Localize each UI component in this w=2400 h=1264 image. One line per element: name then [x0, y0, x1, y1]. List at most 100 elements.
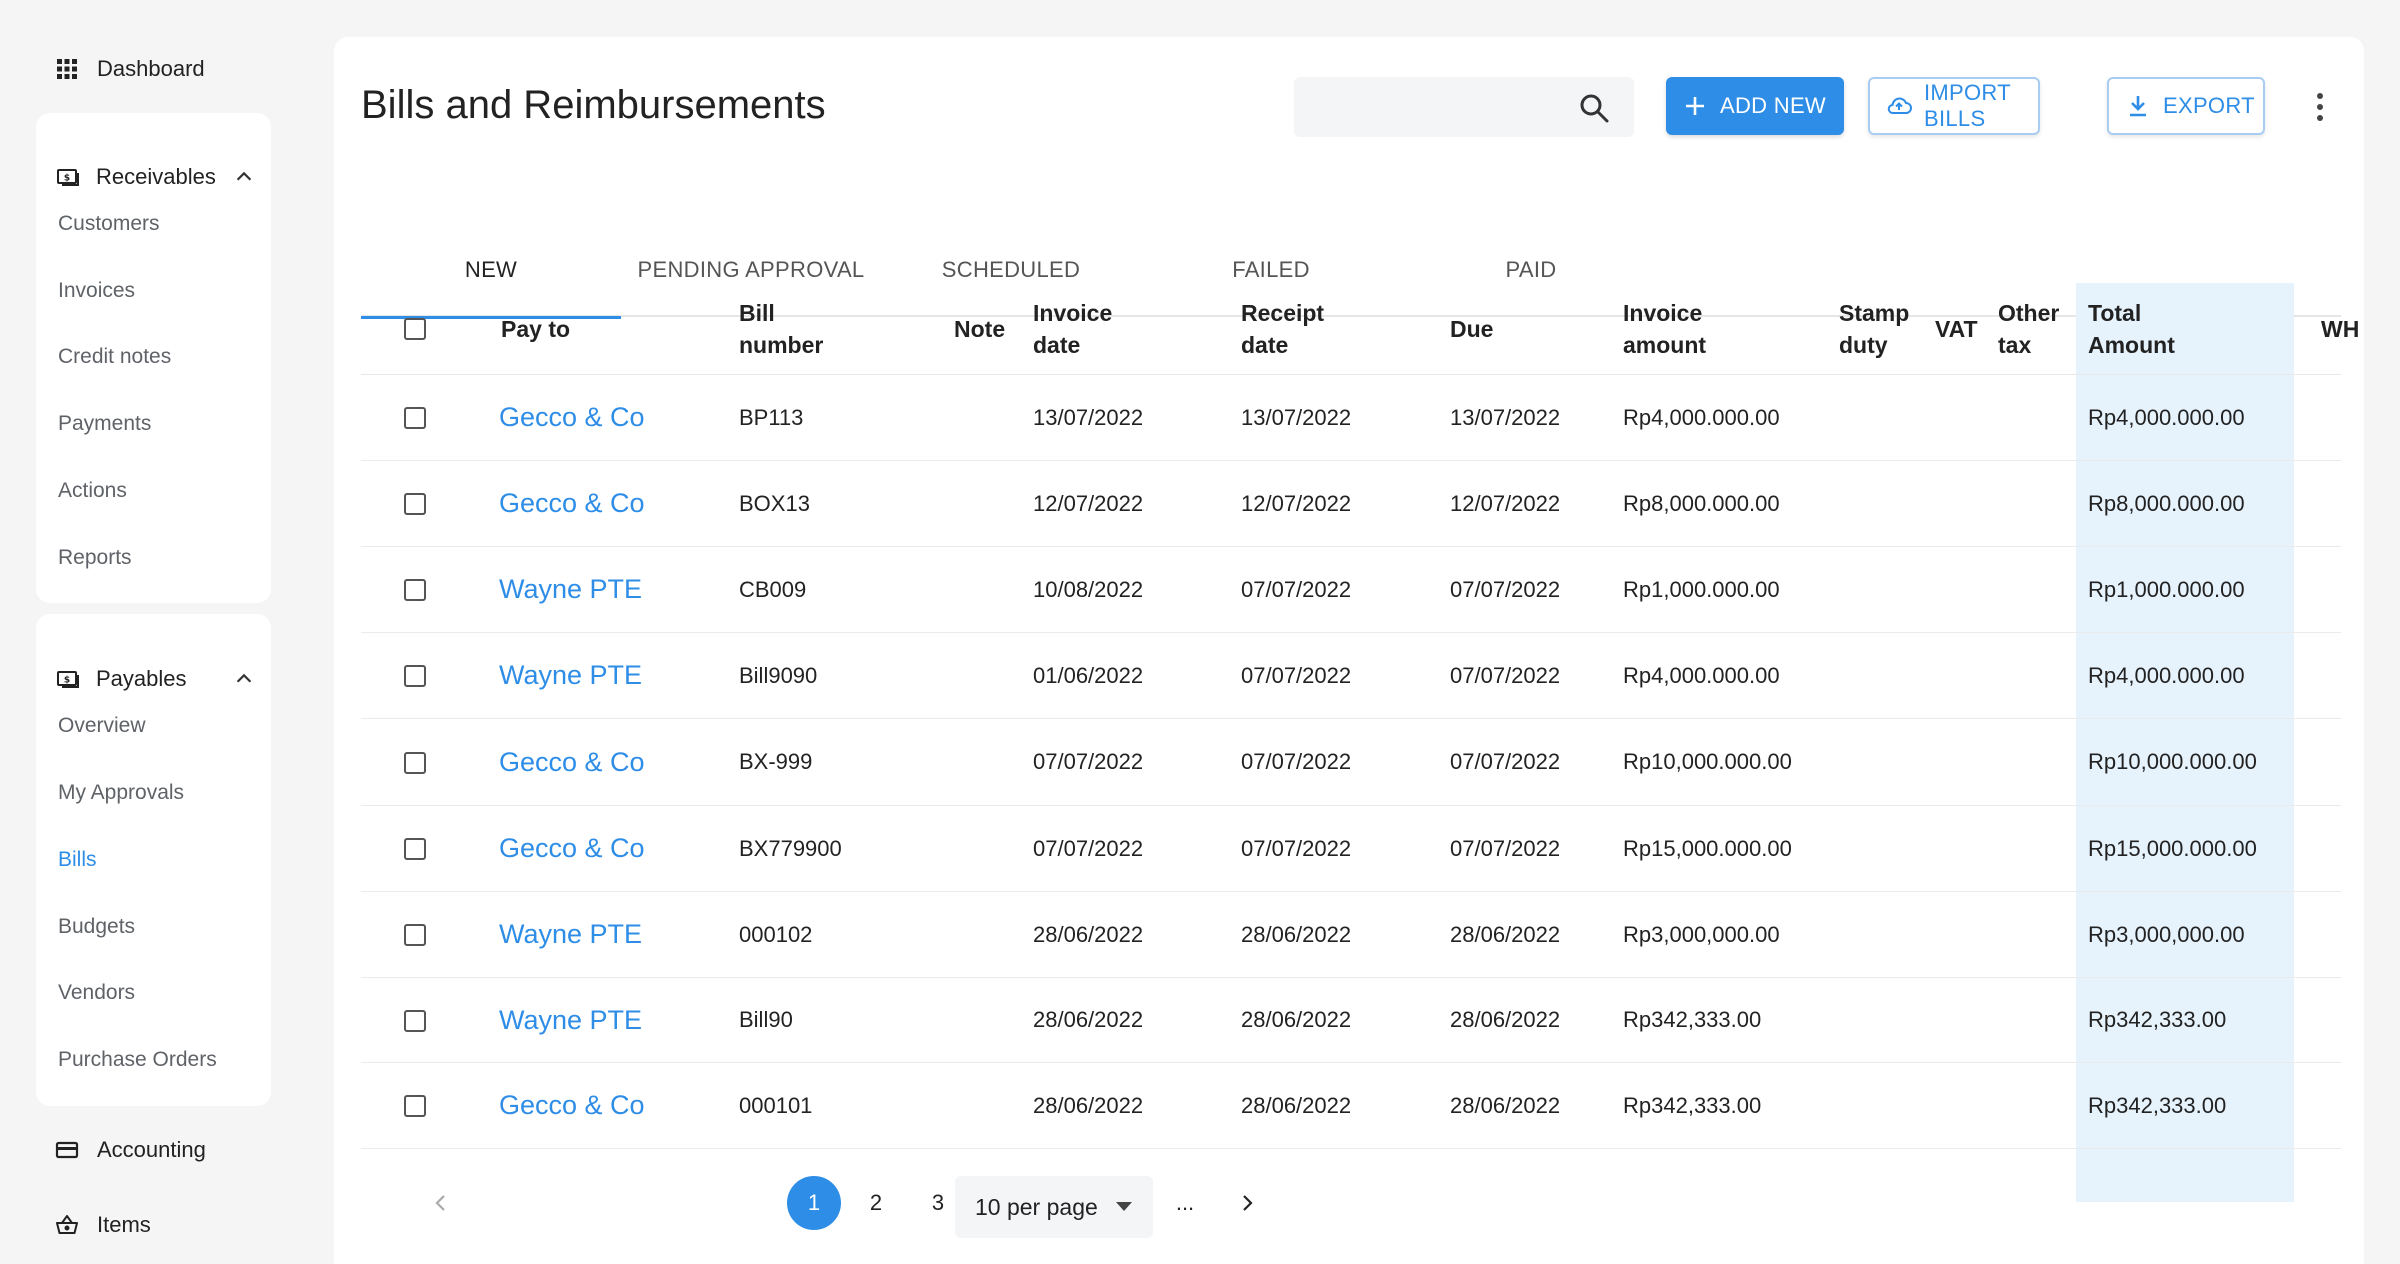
sidebar-item-invoices[interactable]: Invoices	[58, 273, 135, 309]
row-checkbox[interactable]	[404, 493, 426, 515]
col-bill-number[interactable]: Bill number	[739, 283, 823, 375]
sidebar-item-reports[interactable]: Reports	[58, 540, 132, 576]
invoice-amount-cell: Rp15,000.000.00	[1623, 835, 1792, 861]
receipt-date-cell: 07/07/2022	[1241, 835, 1352, 861]
col-invoice-date[interactable]: Invoice date	[1033, 283, 1112, 375]
money-icon: $	[56, 667, 80, 691]
more-options-icon[interactable]	[2312, 91, 2328, 123]
table-row[interactable]: Wayne PTE 000102 28/06/2022 28/06/2022 28/06…	[361, 892, 2341, 978]
page-button-2[interactable]: 2	[849, 1176, 903, 1230]
table-row[interactable]: Gecco & Co BOX13 12/07/2022 12/07/2022 12/07…	[361, 461, 2341, 547]
col-vat[interactable]: VAT	[1935, 283, 1978, 375]
payables-header[interactable]: $ Payables	[56, 659, 255, 699]
chevron-up-icon[interactable]	[233, 166, 255, 188]
sidebar-item-my-approvals[interactable]: My Approvals	[58, 775, 184, 811]
pay-to-link[interactable]: Wayne PTE	[499, 892, 642, 977]
row-checkbox[interactable]	[404, 1009, 426, 1032]
invoice-amount-cell: Rp8,000.000.00	[1623, 490, 1780, 516]
page-title: Bills and Reimbursements	[361, 83, 826, 127]
col-stamp-duty-line1: Stamp	[1839, 300, 1910, 326]
nav-items-label: Items	[97, 1212, 151, 1237]
table-row[interactable]: Wayne PTE Bill9090 01/06/2022 07/07/2022 07/…	[361, 633, 2341, 719]
invoice-date-cell: 28/06/2022	[1033, 1007, 1144, 1032]
add-new-button[interactable]: ADD NEW	[1666, 77, 1844, 135]
pay-to-link[interactable]: Gecco & Co	[499, 806, 645, 891]
nav-accounting[interactable]: Accounting	[55, 1130, 206, 1170]
col-wht[interactable]: WH	[2321, 283, 2359, 375]
bill-number-cell: BX-999	[739, 749, 813, 774]
due-date-cell: 07/07/2022	[1450, 662, 1561, 688]
col-other-tax[interactable]: Other tax	[1998, 283, 2059, 375]
nav-items[interactable]: Items	[55, 1205, 151, 1245]
pay-to-link[interactable]: Gecco & Co	[499, 719, 645, 805]
col-invoice-amount[interactable]: Invoice amount	[1623, 283, 1706, 375]
row-checkbox[interactable]	[404, 924, 426, 946]
import-bills-button[interactable]: IMPORT BILLS	[1868, 77, 2040, 135]
invoice-amount-cell: Rp1,000.000.00	[1623, 576, 1780, 602]
pay-to-link[interactable]: Wayne PTE	[499, 547, 642, 632]
sidebar-item-credit-notes[interactable]: Credit notes	[58, 339, 171, 375]
chevron-left-icon	[435, 1195, 445, 1211]
sidebar-item-overview[interactable]: Overview	[58, 708, 146, 744]
sidebar-item-payments[interactable]: Payments	[58, 406, 151, 442]
row-checkbox[interactable]	[404, 1095, 426, 1117]
row-checkbox[interactable]	[404, 838, 426, 860]
row-checkbox[interactable]	[404, 751, 426, 774]
invoice-amount-cell: Rp4,000.000.00	[1623, 662, 1780, 688]
col-receipt-date[interactable]: Receipt date	[1241, 283, 1324, 375]
search-box[interactable]	[1294, 77, 1634, 137]
table-row[interactable]: Wayne PTE CB009 10/08/2022 07/07/2022 07/07/…	[361, 547, 2341, 633]
select-all-checkbox[interactable]	[404, 318, 426, 340]
search-input[interactable]	[1310, 77, 1570, 137]
due-date-cell: 13/07/2022	[1450, 404, 1561, 430]
money-icon: $	[56, 165, 80, 189]
sidebar-item-bills[interactable]: Bills	[58, 842, 97, 878]
col-other-tax-line1: Other	[1998, 300, 2060, 326]
nav-dashboard[interactable]: Dashboard	[55, 49, 205, 89]
page-ellipsis[interactable]: ...	[1158, 1176, 1212, 1230]
sidebar-item-purchase-orders[interactable]: Purchase Orders	[58, 1042, 217, 1078]
pay-to-link[interactable]: Gecco & Co	[499, 1063, 645, 1148]
search-icon[interactable]	[1578, 92, 1610, 124]
col-pay-to[interactable]: Pay to	[501, 283, 570, 375]
table-row[interactable]: Gecco & Co BP113 13/07/2022 13/07/2022 13/07…	[361, 375, 2341, 461]
invoice-amount-cell: Rp4,000.000.00	[1623, 404, 1780, 430]
pay-to-link[interactable]: Wayne PTE	[499, 978, 642, 1062]
col-receipt-date-line2: date	[1241, 332, 1289, 358]
pay-to-link[interactable]: Wayne PTE	[499, 633, 642, 718]
total-amount-cell: Rp3,000,000.00	[2088, 921, 2245, 947]
invoice-date-cell: 13/07/2022	[1033, 404, 1144, 430]
next-page-button[interactable]	[1220, 1176, 1274, 1230]
table-row[interactable]: Gecco & Co 000101 28/06/2022 28/06/2022 28/0…	[361, 1063, 2341, 1149]
table-row[interactable]: Gecco & Co BX779900 07/07/2022 07/07/2022 07…	[361, 806, 2341, 892]
row-checkbox[interactable]	[404, 579, 426, 601]
chevron-up-icon[interactable]	[233, 668, 255, 690]
col-note[interactable]: Note	[954, 283, 1005, 375]
export-button[interactable]: EXPORT	[2107, 77, 2265, 135]
total-amount-cell: Rp1,000.000.00	[2088, 576, 2245, 602]
per-page-select[interactable]: 10 per page	[955, 1176, 1153, 1238]
due-date-cell: 07/07/2022	[1450, 835, 1561, 861]
col-total-amount[interactable]: Total Amount	[2088, 283, 2175, 375]
table-row[interactable]: Wayne PTE Bill90 28/06/2022 28/06/2022 28/06…	[361, 978, 2341, 1063]
receivables-header[interactable]: $ Receivables	[56, 157, 255, 197]
invoice-date-cell: 28/06/2022	[1033, 1092, 1144, 1118]
payables-label: Payables	[96, 666, 187, 691]
page-button-1[interactable]: 1	[787, 1176, 841, 1230]
col-due[interactable]: Due	[1450, 283, 1493, 375]
table-row[interactable]: Gecco & Co BX-999 07/07/2022 07/07/2022 07/0…	[361, 719, 2341, 806]
sidebar-item-customers[interactable]: Customers	[58, 206, 160, 242]
row-checkbox[interactable]	[404, 665, 426, 687]
sidebar-item-budgets[interactable]: Budgets	[58, 909, 135, 945]
pay-to-link[interactable]: Gecco & Co	[499, 461, 645, 546]
svg-text:$: $	[64, 174, 70, 184]
sidebar-item-actions[interactable]: Actions	[58, 473, 127, 509]
receipt-date-cell: 13/07/2022	[1241, 404, 1352, 430]
row-checkbox[interactable]	[404, 407, 426, 429]
col-stamp-duty[interactable]: Stamp duty	[1839, 283, 1909, 375]
sidebar-item-vendors[interactable]: Vendors	[58, 975, 135, 1011]
receivables-section: $ Receivables Customers Invoices Credit …	[36, 113, 271, 603]
pay-to-link[interactable]: Gecco & Co	[499, 375, 645, 460]
prev-page-button[interactable]	[414, 1176, 468, 1230]
invoice-date-cell: 28/06/2022	[1033, 921, 1144, 947]
